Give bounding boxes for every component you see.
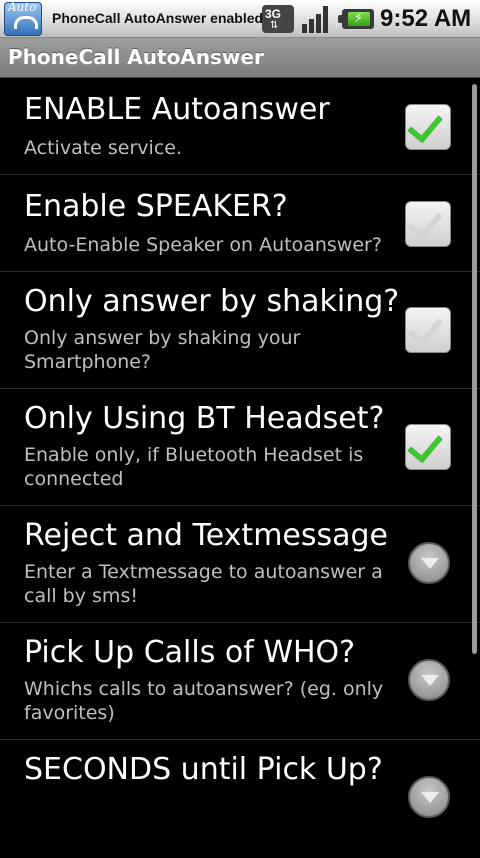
clock: 9:52 AM (380, 5, 472, 32)
enable-speaker-checkbox[interactable] (405, 201, 451, 247)
3g-data-icon: 3G ⇅ (262, 5, 294, 33)
pref-pick-up-calls-of-who[interactable]: Pick Up Calls of WHO? Whichs calls to au… (0, 623, 480, 740)
enable-autoanswer-checkbox[interactable] (405, 104, 451, 150)
pref-enable-autoanswer[interactable]: ENABLE Autoanswer Activate service. (0, 78, 480, 175)
pref-title: Pick Up Calls of WHO? (24, 635, 356, 670)
status-bar: Auto PhoneCall AutoAnswer enabled 3G ⇅ ⚡… (0, 0, 480, 38)
pref-summary: Enter a Textmessage to autoanswer a call… (24, 561, 383, 607)
app-title: PhoneCall AutoAnswer (8, 45, 264, 69)
pref-summary: Auto-Enable Speaker on Autoanswer? (24, 234, 382, 256)
chevron-down-icon[interactable] (408, 776, 450, 818)
preference-list: ENABLE Autoanswer Activate service. Enab… (0, 78, 480, 858)
pref-title: Reject and Textmessage (24, 518, 389, 553)
pref-title: Only Using BT Headset? (24, 401, 385, 436)
battery-charging-icon: ⚡ (338, 9, 374, 29)
bt-headset-checkbox[interactable] (405, 424, 451, 470)
pref-title: ENABLE Autoanswer (24, 92, 330, 127)
autoanswer-app-icon: Auto (4, 0, 42, 36)
chevron-down-icon[interactable] (408, 659, 450, 701)
pref-reject-textmessage[interactable]: Reject and Textmessage Enter a Textmessa… (0, 506, 480, 623)
notification-text: PhoneCall AutoAnswer enabled (52, 10, 264, 26)
answer-by-shaking-checkbox[interactable] (405, 307, 451, 353)
pref-summary: Whichs calls to autoanswer? (eg. only fa… (24, 678, 384, 724)
pref-answer-by-shaking[interactable]: Only answer by shaking? Only answer by s… (0, 272, 480, 389)
checkmark-icon (407, 106, 443, 144)
phone-handset-icon (14, 16, 38, 29)
pref-title: SECONDS until Pick Up? (24, 752, 383, 787)
app-title-bar: PhoneCall AutoAnswer (0, 38, 480, 78)
signal-strength-icon (302, 6, 332, 33)
checkmark-icon (407, 426, 443, 464)
pref-bt-headset[interactable]: Only Using BT Headset? Enable only, if B… (0, 389, 480, 506)
app-icon-label: Auto (8, 0, 37, 14)
checkmark-icon (407, 309, 443, 347)
pref-title: Enable SPEAKER? (24, 189, 288, 224)
pref-enable-speaker[interactable]: Enable SPEAKER? Auto-Enable Speaker on A… (0, 175, 480, 272)
pref-summary: Enable only, if Bluetooth Headset is con… (24, 444, 364, 490)
chevron-down-icon[interactable] (408, 542, 450, 584)
pref-summary: Activate service. (24, 137, 183, 159)
pref-title: Only answer by shaking? (24, 284, 400, 319)
pref-seconds-until-pickup[interactable]: SECONDS until Pick Up? (0, 740, 480, 858)
checkmark-icon (407, 203, 443, 241)
scrollbar[interactable] (472, 84, 477, 654)
pref-summary: Only answer by shaking your Smartphone? (24, 327, 301, 373)
